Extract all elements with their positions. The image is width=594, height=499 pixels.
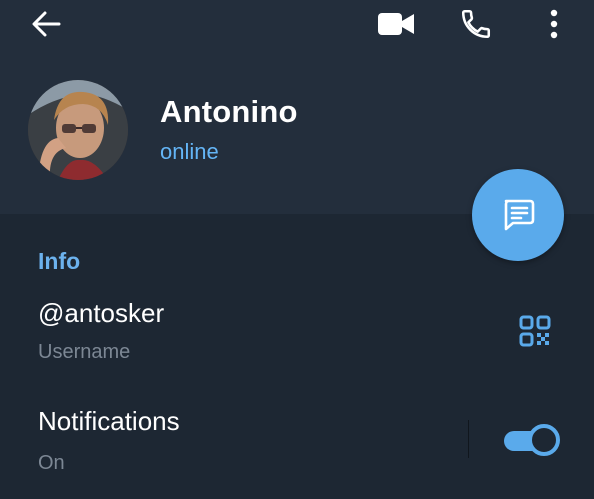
- voice-call-button[interactable]: [454, 2, 498, 46]
- notifications-label[interactable]: Notifications: [38, 406, 180, 437]
- arrow-left-icon: [32, 11, 61, 37]
- phone-icon: [461, 9, 491, 39]
- username-caption: Username: [38, 341, 131, 363]
- info-section-title: Info: [38, 248, 81, 274]
- contact-name: Antonino: [160, 94, 298, 129]
- profile-photo: [28, 80, 128, 180]
- more-options-button[interactable]: [538, 4, 570, 44]
- row-divider: [468, 420, 469, 458]
- avatar[interactable]: [28, 80, 128, 180]
- qr-code-button[interactable]: [512, 308, 558, 354]
- back-button[interactable]: [24, 4, 68, 44]
- qr-code-icon: [519, 315, 551, 347]
- video-call-button[interactable]: [374, 4, 418, 44]
- video-camera-icon: [378, 13, 414, 35]
- message-icon: [504, 199, 535, 231]
- online-status: online: [160, 139, 219, 164]
- username-value[interactable]: @antosker: [38, 298, 164, 329]
- send-message-button[interactable]: [472, 169, 564, 261]
- toggle-knob: [528, 424, 560, 456]
- notifications-toggle[interactable]: [502, 424, 560, 456]
- more-vertical-icon: [550, 9, 558, 39]
- notifications-status: On: [38, 452, 65, 474]
